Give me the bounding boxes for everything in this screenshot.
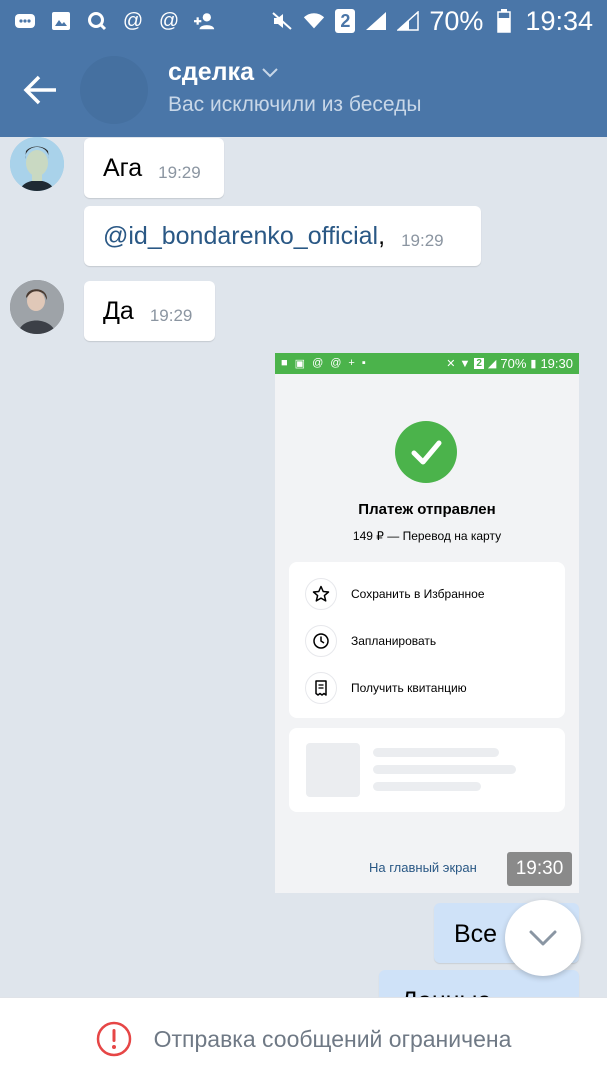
status-time: 19:34 bbox=[525, 5, 593, 36]
signal-icon: ◢ bbox=[487, 358, 497, 370]
message-bubble[interactable]: Да 19:29 bbox=[84, 281, 215, 341]
signal-icon bbox=[397, 11, 420, 31]
add-user-icon bbox=[194, 11, 216, 31]
battery-icon bbox=[493, 9, 515, 33]
sim-icon: 2 bbox=[474, 358, 484, 369]
message-bubble[interactable]: @id_bondarenko_official, 19:29 bbox=[84, 206, 481, 266]
messaging-restricted-bar: Отправка сообщений ограничена bbox=[0, 997, 607, 1080]
restriction-notice: Отправка сообщений ограничена bbox=[153, 1025, 512, 1052]
avatar[interactable] bbox=[10, 137, 64, 191]
receipt-option[interactable]: Получить квитанцию bbox=[305, 672, 467, 704]
check-icon bbox=[395, 421, 457, 483]
message-text: Все bbox=[454, 920, 498, 948]
option-label: Сохранить в Избранное bbox=[351, 587, 485, 601]
chat-icon: ▪ bbox=[361, 357, 366, 369]
message-text: Да bbox=[103, 296, 134, 325]
mention-link[interactable]: @id_bondarenko_official bbox=[103, 222, 378, 250]
save-favorites-option[interactable]: Сохранить в Избранное bbox=[305, 578, 485, 610]
at-icon: @ bbox=[158, 10, 180, 32]
arrow-left-icon bbox=[23, 75, 56, 105]
battery-percent: 70% bbox=[429, 5, 484, 36]
chevron-down-icon bbox=[262, 67, 278, 77]
messages-icon bbox=[14, 11, 36, 31]
error-icon bbox=[96, 1021, 131, 1057]
skeleton-line bbox=[373, 765, 516, 774]
gallery-icon bbox=[50, 11, 72, 31]
back-button[interactable] bbox=[22, 72, 60, 108]
home-screen-link[interactable]: На главный экран bbox=[369, 860, 477, 875]
battery-icon: ▮ bbox=[530, 358, 537, 370]
message-text: @id_bondarenko_official, bbox=[103, 221, 386, 250]
wifi-icon: ▼ bbox=[459, 357, 471, 370]
skeleton-line bbox=[373, 782, 481, 791]
message-time: 19:29 bbox=[149, 306, 193, 325]
scroll-down-button[interactable] bbox=[505, 900, 581, 976]
signal-icon bbox=[365, 11, 387, 31]
schedule-option[interactable]: Запланировать bbox=[305, 625, 436, 657]
skeleton-card bbox=[289, 728, 565, 812]
search-icon bbox=[86, 11, 108, 31]
option-label: Запланировать bbox=[351, 634, 437, 648]
at-icon: @ bbox=[312, 357, 324, 369]
chevron-down-icon bbox=[529, 930, 557, 946]
chat-title[interactable]: сделка bbox=[168, 58, 278, 87]
options-card: Сохранить в Избранное Запланировать Полу… bbox=[289, 562, 565, 718]
skeleton-image bbox=[306, 743, 360, 797]
message-text: Ага bbox=[103, 153, 143, 182]
at-icon: @ bbox=[330, 357, 342, 369]
at-icon: @ bbox=[122, 10, 144, 32]
battery-percent: 70% bbox=[500, 356, 527, 371]
mute-icon: ✕ bbox=[446, 358, 456, 370]
skeleton-line bbox=[373, 748, 499, 757]
avatar[interactable] bbox=[10, 280, 64, 334]
wifi-icon bbox=[303, 11, 325, 31]
add-user-icon: + bbox=[348, 357, 355, 369]
chat-title-text: сделка bbox=[168, 58, 254, 86]
sim-icon: 2 bbox=[335, 9, 356, 33]
image-attachment[interactable]: ■ ▣ @ @ + ▪ ✕ ▼ 2 ◢ 70% ▮ 19:30 Платеж о… bbox=[275, 353, 579, 893]
clock-icon bbox=[305, 625, 337, 657]
messages-icon: ■ bbox=[281, 357, 288, 369]
screenshot-status-bar: ■ ▣ @ @ + ▪ ✕ ▼ 2 ◢ 70% ▮ 19:30 bbox=[275, 353, 579, 374]
gallery-icon: ▣ bbox=[294, 358, 306, 370]
message-bubble[interactable]: Ага 19:29 bbox=[84, 138, 224, 198]
status-bar: @ @ 2 70% 19:34 bbox=[0, 0, 607, 42]
star-icon bbox=[305, 578, 337, 610]
payment-title: Платеж отправлен bbox=[358, 501, 496, 518]
status-time: 19:30 bbox=[540, 356, 573, 371]
receipt-icon bbox=[305, 672, 337, 704]
image-time-badge: 19:30 bbox=[507, 852, 572, 886]
option-label: Получить квитанцию bbox=[351, 681, 467, 695]
mute-icon bbox=[271, 11, 293, 31]
payment-subtitle: 149 ₽ — Перевод на карту bbox=[352, 529, 502, 543]
message-time: 19:29 bbox=[158, 163, 201, 182]
message-time: 19:29 bbox=[401, 231, 444, 250]
chat-header: сделка Вас исключили из беседы bbox=[0, 42, 607, 137]
chat-avatar[interactable] bbox=[80, 56, 148, 124]
chat-subtitle: Вас исключили из беседы bbox=[168, 93, 422, 116]
